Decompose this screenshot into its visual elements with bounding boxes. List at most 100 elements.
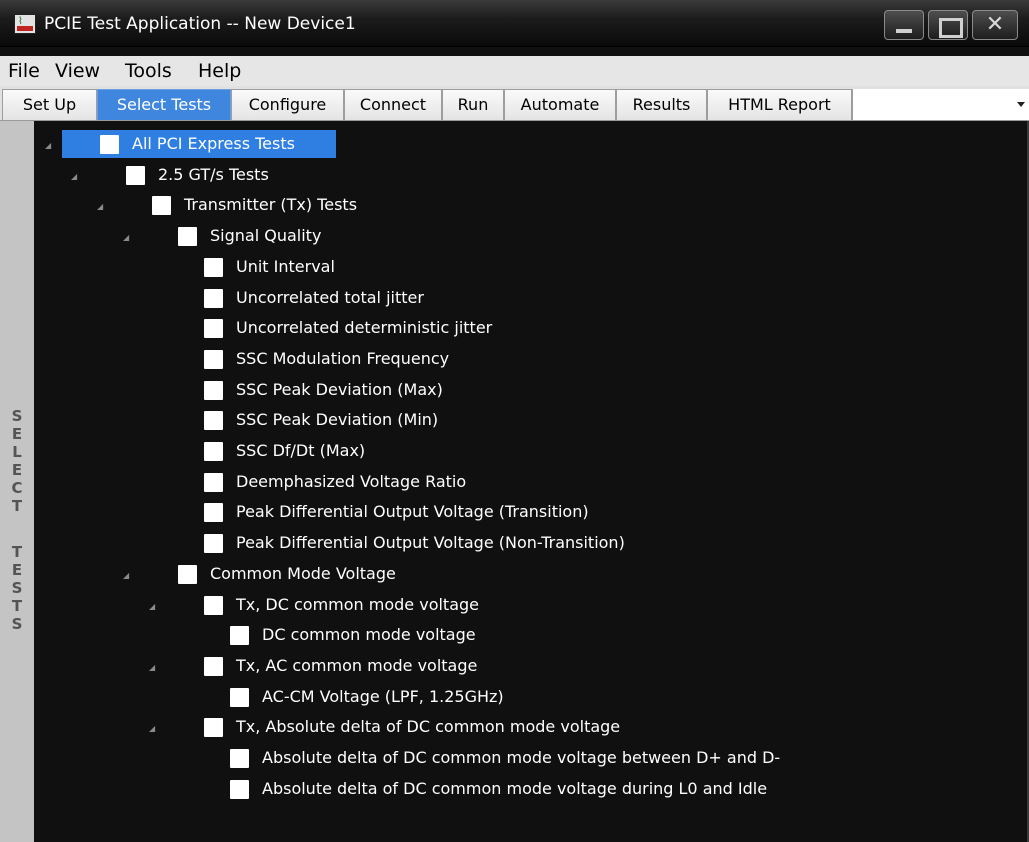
tab-results[interactable]: Results xyxy=(616,89,707,120)
test-checkbox[interactable] xyxy=(204,350,223,369)
tree-node[interactable]: AC-CM Voltage (LPF, 1.25GHz) xyxy=(34,682,1024,712)
test-checkbox[interactable] xyxy=(230,688,249,707)
test-checkbox[interactable] xyxy=(204,596,223,615)
test-checkbox[interactable] xyxy=(126,166,145,185)
expand-collapse-icon[interactable]: ◢ xyxy=(149,725,155,733)
tab-list-dropdown-icon[interactable] xyxy=(1017,102,1025,107)
side-label-letter: T xyxy=(11,497,23,515)
tree-node-label: Deemphasized Voltage Ratio xyxy=(236,472,467,491)
tree-node[interactable]: Absolute delta of DC common mode voltage… xyxy=(34,774,1024,804)
tree-node-label: Tx, DC common mode voltage xyxy=(236,595,480,614)
tree-node[interactable]: Peak Differential Output Voltage (Non-Tr… xyxy=(34,528,1024,558)
test-checkbox[interactable] xyxy=(204,258,223,277)
test-checkbox[interactable] xyxy=(204,473,223,492)
tree-node-label: Common Mode Voltage xyxy=(210,564,396,583)
side-label-letter: S xyxy=(11,615,23,633)
tree-node[interactable]: Unit Interval xyxy=(34,252,1024,282)
tab-configure[interactable]: Configure xyxy=(231,89,344,120)
tree-node[interactable]: Peak Differential Output Voltage (Transi… xyxy=(34,497,1024,527)
test-checkbox[interactable] xyxy=(204,319,223,338)
test-checkbox[interactable] xyxy=(230,780,249,799)
test-checkbox[interactable] xyxy=(204,289,223,308)
close-button[interactable]: ✕ xyxy=(972,10,1018,40)
tab-automate[interactable]: Automate xyxy=(504,89,616,120)
side-label-letter: C xyxy=(11,479,23,497)
tree-node[interactable]: ◢ All PCI Express Tests xyxy=(34,129,1024,159)
tree-node[interactable]: SSC Modulation Frequency xyxy=(34,344,1024,374)
app-window: ⌇ PCIE Test Application -- New Device1 ✕… xyxy=(0,0,1029,842)
test-checkbox[interactable] xyxy=(178,227,197,246)
tree-node[interactable]: SSC Peak Deviation (Min) xyxy=(34,405,1024,435)
expand-collapse-icon[interactable]: ◢ xyxy=(123,572,129,580)
tree-node-label: Peak Differential Output Voltage (Transi… xyxy=(236,502,589,521)
menu-file[interactable]: File xyxy=(8,59,40,83)
tree-node[interactable]: ◢ Tx, DC common mode voltage xyxy=(34,590,1024,620)
test-checkbox[interactable] xyxy=(204,442,223,461)
tree-node-label: Tx, AC common mode voltage xyxy=(236,656,478,675)
tab-bar: Set Up Select Tests Configure Connect Ru… xyxy=(0,86,1029,121)
side-label-letter: E xyxy=(11,461,23,479)
oscilloscope-app-icon[interactable]: ⌇ xyxy=(14,14,36,34)
tree-node-label: 2.5 GT/s Tests xyxy=(158,165,269,184)
tree-node-label: Signal Quality xyxy=(210,226,322,245)
tree-node-label: Tx, Absolute delta of DC common mode vol… xyxy=(236,717,621,736)
expand-collapse-icon[interactable]: ◢ xyxy=(97,203,103,211)
test-checkbox[interactable] xyxy=(204,503,223,522)
test-checkbox[interactable] xyxy=(230,749,249,768)
test-checkbox[interactable] xyxy=(204,657,223,676)
tree-node[interactable]: Absolute delta of DC common mode voltage… xyxy=(34,743,1024,773)
expand-collapse-icon[interactable]: ◢ xyxy=(123,234,129,242)
tree-node-label: Peak Differential Output Voltage (Non-Tr… xyxy=(236,533,625,552)
tab-select-tests[interactable]: Select Tests xyxy=(97,89,231,120)
tree-node-label: SSC Peak Deviation (Max) xyxy=(236,380,443,399)
tree-node[interactable]: ◢ Transmitter (Tx) Tests xyxy=(34,190,1024,220)
tab-overflow-area xyxy=(852,89,1029,120)
test-checkbox[interactable] xyxy=(204,381,223,400)
tree-node[interactable]: ◢ Tx, AC common mode voltage xyxy=(34,651,1024,681)
test-checkbox[interactable] xyxy=(204,718,223,737)
tree-node-label: Absolute delta of DC common mode voltage… xyxy=(262,748,781,767)
tree-node[interactable]: ◢ Common Mode Voltage xyxy=(34,559,1024,589)
select-tests-side-panel[interactable]: SELECT TESTSSELECTTESTS xyxy=(0,121,34,842)
minimize-icon xyxy=(885,11,923,39)
tree-node[interactable]: Uncorrelated deterministic jitter xyxy=(34,313,1024,343)
tab-connect[interactable]: Connect xyxy=(344,89,442,120)
tab-set-up[interactable]: Set Up xyxy=(2,89,97,120)
test-checkbox[interactable] xyxy=(152,196,171,215)
title-bar[interactable]: ⌇ PCIE Test Application -- New Device1 ✕ xyxy=(0,0,1029,47)
tree-node[interactable]: Deemphasized Voltage Ratio xyxy=(34,467,1024,497)
test-checkbox[interactable] xyxy=(178,565,197,584)
test-checkbox[interactable] xyxy=(204,534,223,553)
maximize-button[interactable] xyxy=(928,10,968,40)
tab-run[interactable]: Run xyxy=(442,89,504,120)
menu-tools[interactable]: Tools xyxy=(125,59,172,83)
expand-collapse-icon[interactable]: ◢ xyxy=(149,603,155,611)
tree-node[interactable]: ◢ 2.5 GT/s Tests xyxy=(34,160,1024,190)
side-label-letter: T xyxy=(11,597,23,615)
tree-node[interactable]: SSC Peak Deviation (Max) xyxy=(34,375,1024,405)
menu-help[interactable]: Help xyxy=(198,59,241,83)
tab-html-report[interactable]: HTML Report xyxy=(707,89,852,120)
minimize-button[interactable] xyxy=(884,10,924,40)
tree-node[interactable]: ◢ Signal Quality xyxy=(34,221,1024,251)
expand-collapse-icon[interactable]: ◢ xyxy=(45,142,51,150)
expand-collapse-icon[interactable]: ◢ xyxy=(149,664,155,672)
tree-node-label: Transmitter (Tx) Tests xyxy=(184,195,358,214)
menu-view[interactable]: View xyxy=(55,59,100,83)
tree-node[interactable]: SSC Df/Dt (Max) xyxy=(34,436,1024,466)
test-checkbox[interactable] xyxy=(100,135,119,154)
side-label-letter: S xyxy=(11,579,23,597)
tree-node-label: SSC Peak Deviation (Min) xyxy=(236,410,439,429)
tree-node-label: Uncorrelated total jitter xyxy=(236,288,424,307)
test-checkbox[interactable] xyxy=(230,626,249,645)
tree-node-label: Unit Interval xyxy=(236,257,335,276)
test-checkbox[interactable] xyxy=(204,411,223,430)
tree-node[interactable]: Uncorrelated total jitter xyxy=(34,283,1024,313)
test-tree: ◢ All PCI Express Tests ◢ 2.5 GT/s Tests ◢ Tr… xyxy=(34,121,1029,842)
tree-node-label: Uncorrelated deterministic jitter xyxy=(236,318,493,337)
expand-collapse-icon[interactable]: ◢ xyxy=(71,173,77,181)
side-label-letter: E xyxy=(11,425,23,443)
tree-node[interactable]: DC common mode voltage xyxy=(34,620,1024,650)
side-label-letter: L xyxy=(12,443,22,461)
tree-node[interactable]: ◢ Tx, Absolute delta of DC common mode vo… xyxy=(34,712,1024,742)
